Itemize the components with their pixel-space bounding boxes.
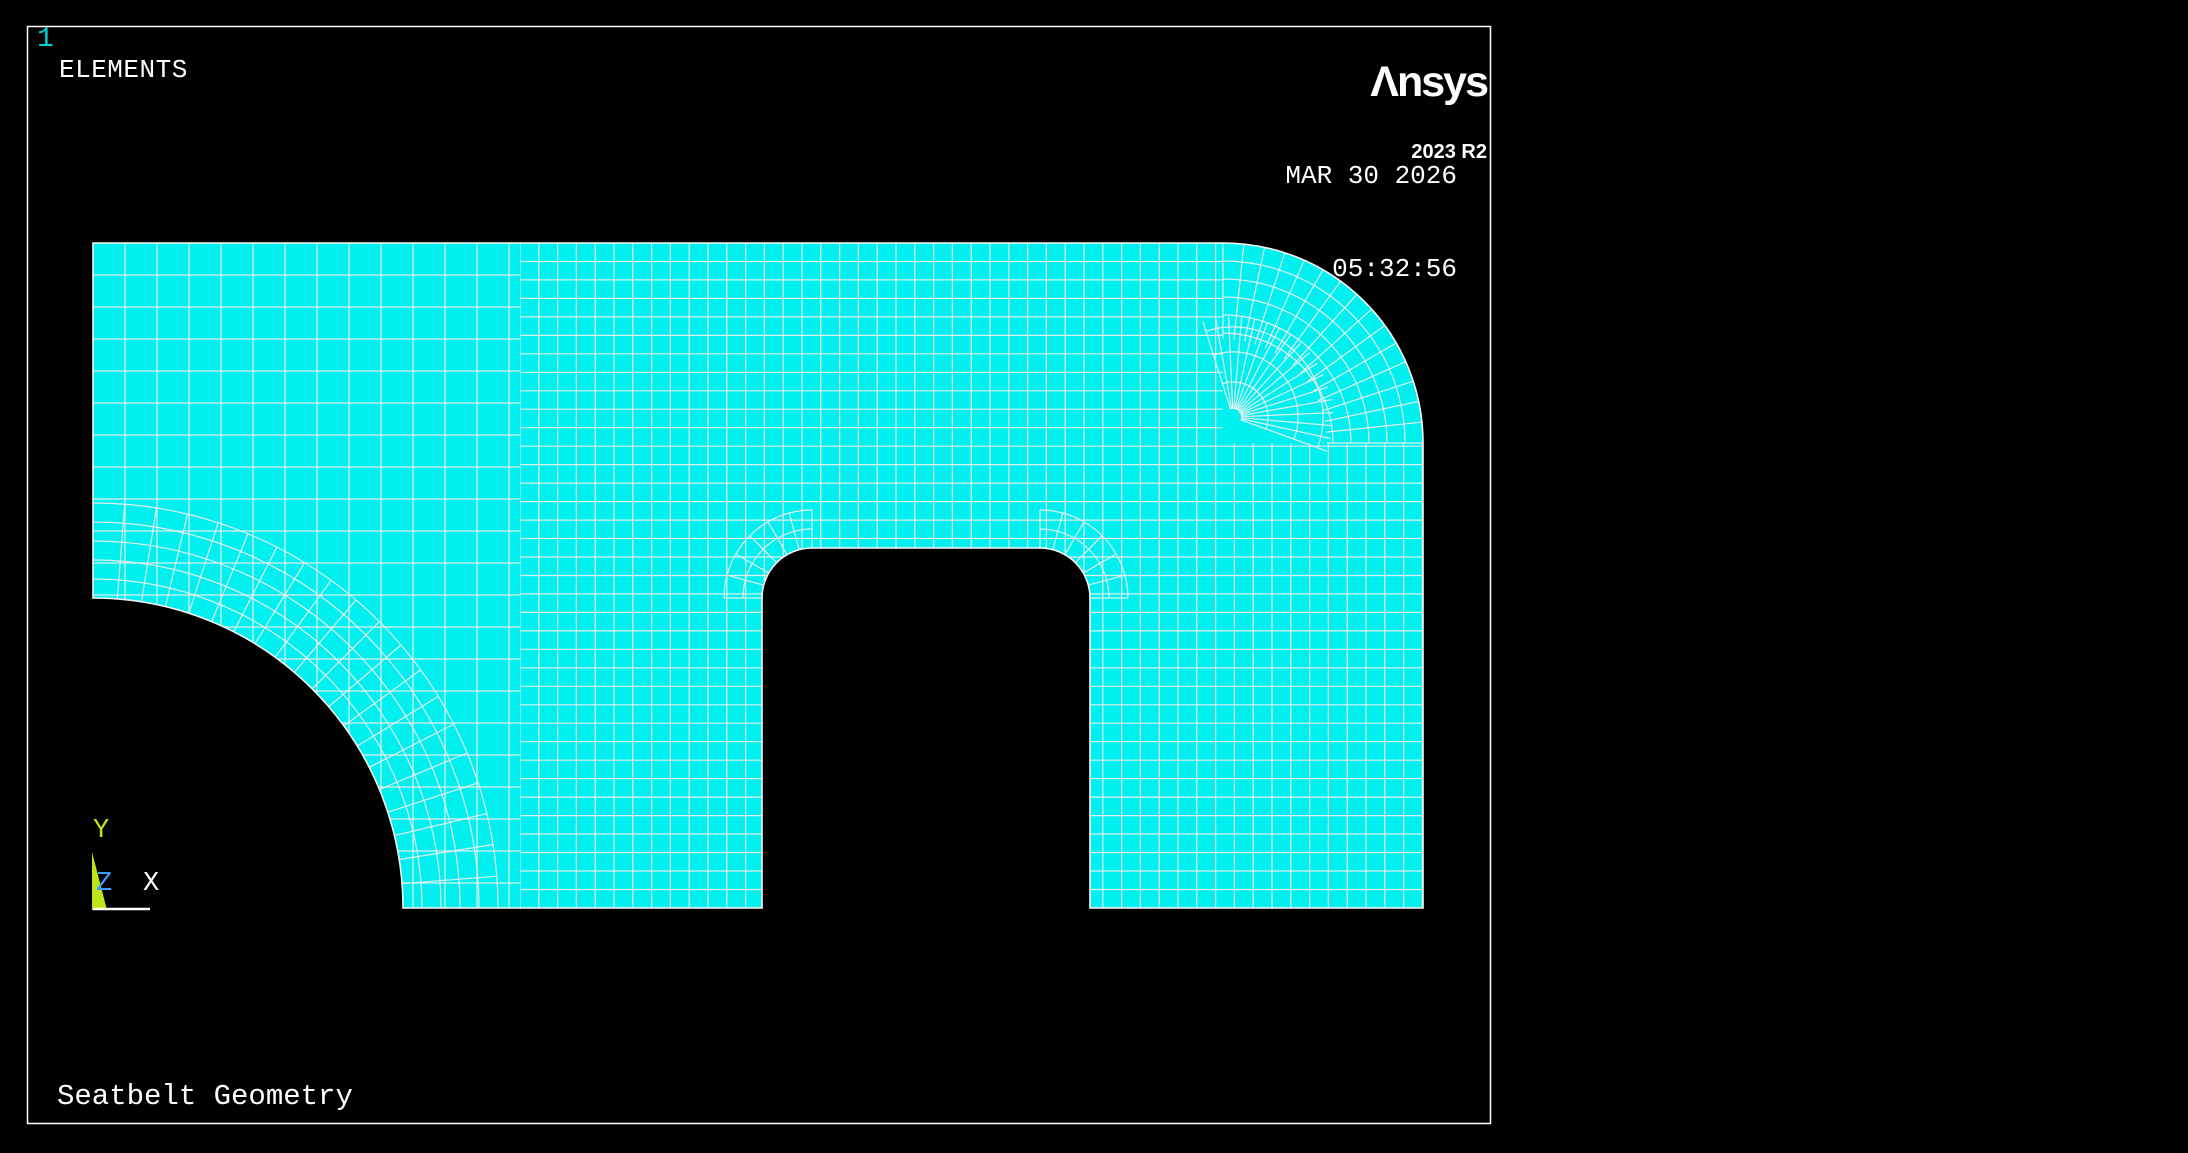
plot-number: 1 [37,24,54,56]
triad-y-label: Y [93,818,109,845]
ansys-graphics-window: 1 ELEMENTS Λnsys 2023 R2 MAR 30 2026 05:… [0,0,2188,1153]
graphics-canvas[interactable] [0,0,2188,1153]
display-mode-label: ELEMENTS [59,56,188,86]
triad-x-label: X [143,871,159,898]
plot-title-caption: Seatbelt Geometry [57,1080,353,1113]
triad-z-label: Z [96,871,112,898]
ansys-logo-wordmark: Λnsys [1370,61,1487,104]
date-time-stamp: MAR 30 2026 05:32:56 [1285,99,1457,347]
date-label: MAR 30 2026 [1285,161,1457,192]
time-label: 05:32:56 [1285,254,1457,285]
